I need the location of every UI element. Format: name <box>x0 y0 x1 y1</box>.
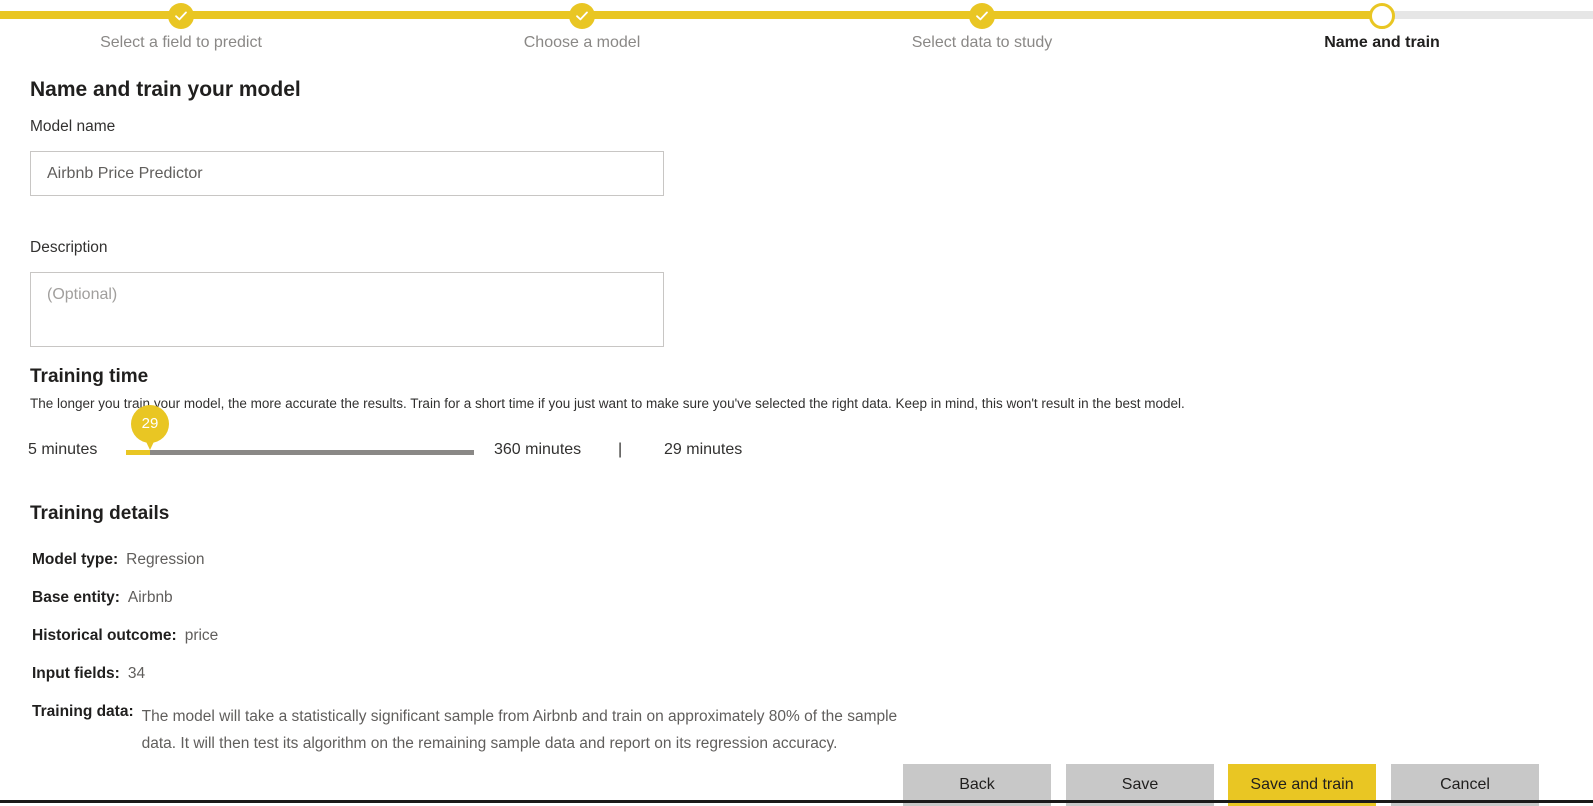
detail-value: Airbnb <box>127 589 173 606</box>
detail-value: Regression <box>126 551 205 568</box>
model-name-label: Model name <box>30 118 116 135</box>
detail-row-model-type: Model type: Regression <box>32 551 205 569</box>
slider-separator: | <box>618 441 623 458</box>
detail-label: Base entity: <box>32 589 120 606</box>
training-data-line: data. It will then test its algorithm on… <box>141 735 838 752</box>
training-details-title: Training details <box>30 503 170 524</box>
stepper-progress-fill <box>0 11 1382 19</box>
detail-label: Historical outcome: <box>32 627 177 644</box>
detail-label: Model type: <box>32 551 119 568</box>
check-icon <box>168 3 194 29</box>
training-time-slider[interactable]: 29 <box>126 405 474 455</box>
training-time-title: Training time <box>30 366 149 387</box>
detail-label: Training data: <box>32 703 134 720</box>
model-name-input[interactable] <box>30 151 664 196</box>
detail-row-historical-outcome: Historical outcome: price <box>32 627 218 645</box>
description-input[interactable] <box>30 272 664 347</box>
page-title: Name and train your model <box>30 78 301 101</box>
training-time-helper: The longer you train your model, the mor… <box>30 396 1185 411</box>
slider-min-label: 5 minutes <box>28 441 98 458</box>
detail-row-input-fields: Input fields: 34 <box>32 665 145 683</box>
stepper-step-label: Choose a model <box>523 34 641 51</box>
circle-outline-icon <box>1369 3 1395 29</box>
slider-thumb-value: 29 <box>141 415 159 432</box>
training-data-line: The model will take a statistically sign… <box>141 708 898 725</box>
slider-max-label: 360 minutes <box>494 441 582 458</box>
check-icon <box>569 3 595 29</box>
bottom-divider <box>0 800 1593 803</box>
detail-row-training-data: Training data: The model will take a stat… <box>32 703 897 757</box>
training-time-slider-row: 5 minutes 29 360 minutes | 29 minutes <box>0 405 1593 465</box>
check-icon <box>969 3 995 29</box>
detail-value: 34 <box>127 665 146 682</box>
stepper-step-label: Name and train <box>1324 34 1440 51</box>
detail-value: price <box>184 627 219 644</box>
detail-row-base-entity: Base entity: Airbnb <box>32 589 173 607</box>
training-data-text: The model will take a statistically sign… <box>142 703 898 757</box>
slider-thumb[interactable]: 29 <box>131 405 169 451</box>
stepper-step-label: Select a field to predict <box>100 34 262 51</box>
stepper-step-label: Select data to study <box>911 34 1053 51</box>
slider-current-value-label: 29 minutes <box>664 441 743 458</box>
description-label: Description <box>30 239 108 256</box>
wizard-stepper: Select a field to predict Choose a model… <box>0 0 1593 66</box>
detail-label: Input fields: <box>32 665 120 682</box>
